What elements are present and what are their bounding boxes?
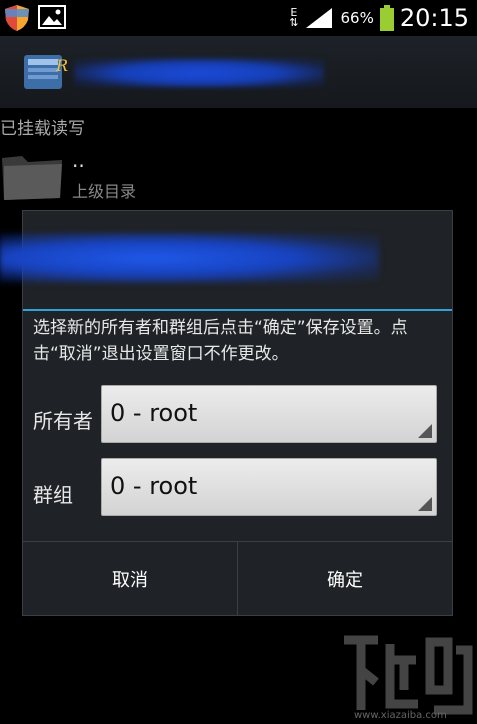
image-icon xyxy=(38,5,66,29)
watermark-text: www.xiazaiba.com xyxy=(354,710,447,721)
dialog-title xyxy=(0,211,452,309)
signal-icon xyxy=(306,8,333,28)
dialog-message: 选择新的所有者和群组后点击“确定”保存设置。点击“取消”退出设置窗口不作更改。 xyxy=(33,318,408,364)
owner-value: 0 - root xyxy=(110,399,198,427)
battery-icon xyxy=(379,5,394,31)
network-indicator: E ⇅ xyxy=(289,7,299,29)
owner-group-dialog: 选择新的所有者和群组后点击“确定”保存设置。点击“取消”退出设置窗口不作更改。 … xyxy=(0,210,453,616)
action-bar: R xyxy=(0,36,477,108)
redacted-title xyxy=(74,58,324,88)
group-value: 0 - root xyxy=(110,472,198,500)
group-spinner[interactable]: 0 - root xyxy=(101,458,437,516)
parent-directory-subtitle: 上级目录 xyxy=(72,182,137,201)
battery-percent: 66% xyxy=(340,9,374,27)
group-label: 群组 xyxy=(33,483,73,507)
dropdown-corner-icon xyxy=(418,497,432,511)
clock: 20:15 xyxy=(399,4,469,32)
section-label: 已挂载读写 xyxy=(0,119,85,139)
svg-text:R: R xyxy=(55,56,68,75)
dropdown-corner-icon xyxy=(418,424,432,438)
status-bar: E ⇅ 66% 20:15 xyxy=(0,0,477,36)
redacted-dialog-title xyxy=(0,233,379,283)
folder-icon xyxy=(2,156,62,200)
data-arrows-icon: ⇅ xyxy=(289,16,299,29)
shield-icon xyxy=(5,5,29,31)
dialog-divider xyxy=(23,309,452,311)
ok-button[interactable]: 确定 xyxy=(237,542,452,616)
watermark-logo xyxy=(344,635,473,715)
owner-label: 所有者 xyxy=(33,409,93,433)
owner-spinner[interactable]: 0 - root xyxy=(101,385,437,443)
app-icon[interactable]: R xyxy=(22,49,68,95)
parent-directory-name: .. xyxy=(72,148,85,172)
cancel-button[interactable]: 取消 xyxy=(23,542,237,616)
parent-directory-row[interactable]: .. 上级目录 xyxy=(0,140,477,206)
dialog-button-bar: 取消 确定 xyxy=(23,541,452,616)
